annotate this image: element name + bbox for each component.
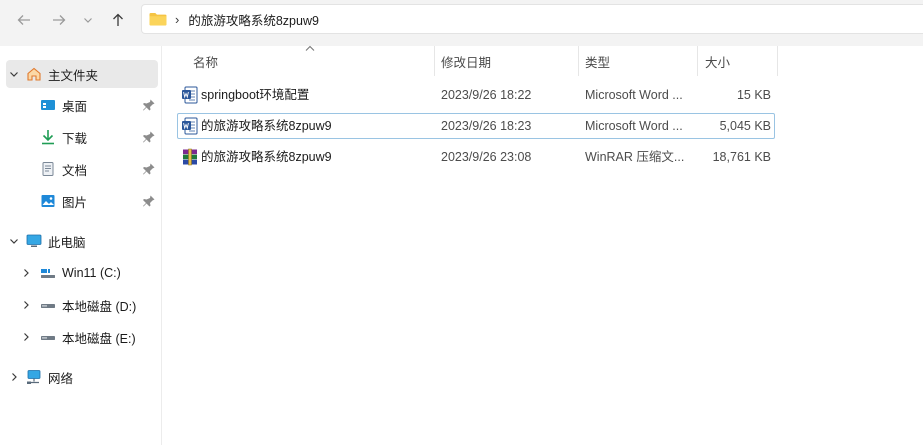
winrar-archive-icon bbox=[183, 148, 197, 166]
file-row[interactable]: 的旅游攻略系统8zpuw9 2023/9/26 23:08 WinRAR 压缩文… bbox=[177, 144, 775, 170]
sidebar-item-this-pc[interactable]: 此电脑 bbox=[6, 227, 158, 255]
column-divider[interactable] bbox=[578, 46, 579, 76]
sidebar-item-label: 网络 bbox=[48, 371, 74, 386]
word-document-icon bbox=[182, 117, 198, 135]
desktop-icon bbox=[40, 97, 56, 113]
address-bar[interactable]: › 的旅游攻略系统8zpuw9 bbox=[141, 4, 923, 34]
forward-button[interactable] bbox=[46, 7, 72, 33]
folder-icon bbox=[149, 12, 167, 26]
chevron-right-icon[interactable] bbox=[18, 297, 34, 313]
sidebar-item-label: 图片 bbox=[62, 195, 88, 210]
sidebar-item-documents[interactable]: 文档 bbox=[6, 155, 158, 183]
sidebar-item-desktop[interactable]: 桌面 bbox=[6, 91, 158, 119]
chevron-right-icon[interactable] bbox=[18, 329, 34, 345]
file-size: 18,761 KB bbox=[712, 150, 771, 164]
arrow-right-icon bbox=[53, 15, 66, 25]
file-name-cell: 的旅游攻略系统8zpuw9 bbox=[181, 114, 431, 138]
file-date: 2023/9/26 18:22 bbox=[441, 88, 532, 102]
column-header-type[interactable]: 类型 bbox=[585, 46, 695, 76]
sidebar-item-label: 本地磁盘 (E:) bbox=[62, 331, 136, 346]
chevron-down-icon[interactable] bbox=[6, 233, 22, 249]
home-icon bbox=[26, 66, 42, 82]
file-size: 5,045 KB bbox=[719, 119, 771, 133]
file-name-cell: springboot环境配置 bbox=[181, 83, 431, 107]
back-button[interactable] bbox=[11, 7, 37, 33]
sidebar-item-label: Win11 (C:) bbox=[62, 266, 121, 280]
file-type: Microsoft Word ... bbox=[585, 119, 683, 133]
sidebar-item-network[interactable]: 网络 bbox=[6, 363, 158, 391]
pin-icon[interactable] bbox=[142, 130, 156, 144]
pin-icon[interactable] bbox=[142, 194, 156, 208]
pin-icon[interactable] bbox=[142, 98, 156, 112]
column-header-name[interactable]: 名称 bbox=[193, 46, 433, 76]
sidebar-item-label: 主文件夹 bbox=[48, 68, 99, 83]
download-icon bbox=[40, 129, 56, 145]
chevron-right-icon[interactable] bbox=[6, 369, 22, 385]
file-name: 的旅游攻略系统8zpuw9 bbox=[201, 119, 332, 133]
arrow-left-icon bbox=[17, 15, 30, 25]
file-row[interactable]: 的旅游攻略系统8zpuw9 2023/9/26 18:23 Microsoft … bbox=[177, 113, 775, 139]
sidebar-item-drive-d[interactable]: 本地磁盘 (D:) bbox=[6, 291, 158, 319]
chevron-right-icon[interactable] bbox=[18, 265, 34, 281]
file-type: WinRAR 压缩文... bbox=[585, 150, 685, 164]
toolbar: › 的旅游攻略系统8zpuw9 bbox=[0, 0, 923, 40]
file-name: springboot环境配置 bbox=[201, 88, 310, 102]
word-document-icon bbox=[182, 86, 198, 104]
file-date: 2023/9/26 23:08 bbox=[441, 150, 532, 164]
hard-drive-icon bbox=[40, 297, 56, 313]
hard-drive-icon bbox=[40, 329, 56, 345]
file-type: Microsoft Word ... bbox=[585, 88, 683, 102]
column-divider[interactable] bbox=[777, 46, 778, 76]
navigation-pane: 主文件夹 桌面 下载 文档 图片 此电脑 Win11 (C:) 本地磁盘 (D:… bbox=[0, 46, 162, 445]
file-name-cell: 的旅游攻略系统8zpuw9 bbox=[181, 145, 431, 169]
pin-icon[interactable] bbox=[142, 162, 156, 176]
sidebar-item-pictures[interactable]: 图片 bbox=[6, 187, 158, 215]
document-icon bbox=[40, 161, 56, 177]
network-icon bbox=[26, 369, 42, 385]
windows-drive-icon bbox=[40, 265, 56, 281]
breadcrumb-current-folder[interactable]: 的旅游攻略系统8zpuw9 bbox=[188, 10, 319, 29]
column-header-date[interactable]: 修改日期 bbox=[441, 46, 576, 76]
file-date: 2023/9/26 18:23 bbox=[441, 119, 532, 133]
arrow-up-icon bbox=[113, 13, 123, 26]
sidebar-item-label: 此电脑 bbox=[48, 235, 86, 250]
sidebar-item-drive-e[interactable]: 本地磁盘 (E:) bbox=[6, 323, 158, 351]
file-row[interactable]: springboot环境配置 2023/9/26 18:22 Microsoft… bbox=[177, 82, 775, 108]
sidebar-item-label: 本地磁盘 (D:) bbox=[62, 299, 137, 314]
picture-icon bbox=[40, 193, 56, 209]
column-divider[interactable] bbox=[434, 46, 435, 76]
breadcrumb-separator-icon: › bbox=[175, 11, 180, 27]
up-button[interactable] bbox=[105, 7, 131, 33]
recent-locations-button[interactable] bbox=[77, 7, 99, 33]
chevron-down-icon bbox=[84, 18, 92, 23]
computer-icon bbox=[26, 233, 42, 249]
chevron-down-icon[interactable] bbox=[6, 66, 22, 82]
file-name: 的旅游攻略系统8zpuw9 bbox=[201, 150, 332, 164]
sidebar-item-drive-c[interactable]: Win11 (C:) bbox=[6, 259, 158, 287]
sidebar-item-downloads[interactable]: 下载 bbox=[6, 123, 158, 151]
sidebar-item-label: 桌面 bbox=[62, 99, 88, 114]
file-size: 15 KB bbox=[736, 88, 771, 102]
sidebar-item-label: 下载 bbox=[62, 131, 88, 146]
sidebar-item-label: 文档 bbox=[62, 163, 88, 178]
column-divider[interactable] bbox=[697, 46, 698, 76]
sidebar-item-home[interactable]: 主文件夹 bbox=[6, 60, 158, 88]
column-header-size[interactable]: 大小 bbox=[705, 46, 775, 76]
